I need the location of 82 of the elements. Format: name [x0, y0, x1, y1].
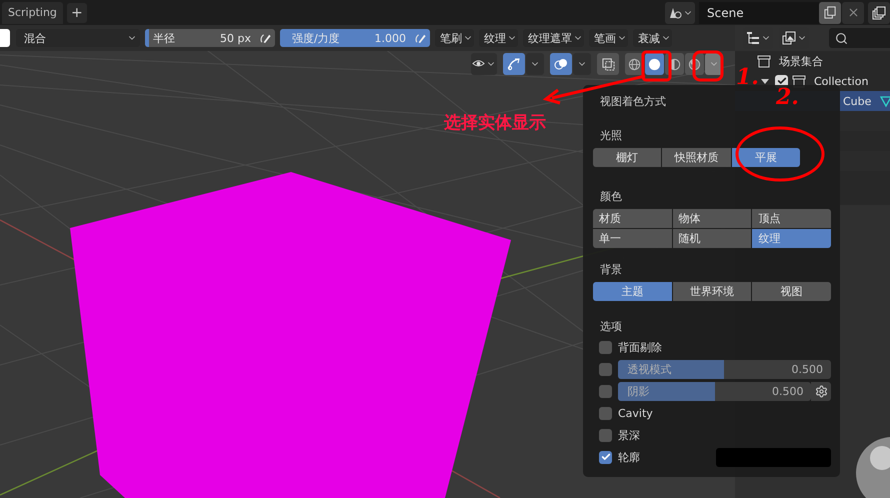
checkbox[interactable]	[599, 340, 612, 354]
arrow-curve-icon	[507, 57, 521, 71]
option-label: Cavity	[618, 406, 653, 420]
highlight-rectangle	[692, 50, 724, 82]
color-option[interactable]: 材质	[593, 209, 672, 228]
copy-icon	[824, 6, 836, 19]
shaded-sphere-icon	[688, 58, 701, 70]
color-option[interactable]: 顶点	[752, 209, 831, 228]
checkbox[interactable]	[599, 428, 612, 442]
color-option[interactable]: 纹理	[752, 229, 831, 248]
xray-icon	[602, 58, 614, 70]
wireframe-sphere-icon	[628, 58, 641, 70]
overlay-toggle-button[interactable]	[550, 53, 572, 75]
lighting-option[interactable]: 平展	[732, 148, 800, 167]
background-option[interactable]: 世界环境	[672, 282, 752, 301]
add-tab-button[interactable]: +	[66, 2, 87, 22]
shading-button[interactable]	[645, 53, 664, 75]
gizmo-toggle-button[interactable]	[503, 53, 525, 75]
close-button[interactable]	[842, 2, 864, 24]
close-icon	[846, 6, 860, 19]
section-label: 光照	[599, 128, 623, 143]
workspace-tab[interactable]: Scripting	[2, 2, 63, 24]
pressure-button[interactable]	[255, 29, 275, 47]
pen-icon	[258, 32, 272, 44]
lighting-option[interactable]: 快照材质	[662, 148, 731, 167]
menu-dropdown[interactable]: 纹理	[479, 29, 518, 47]
scene-selector-button[interactable]	[665, 2, 695, 24]
step-number: 1.	[736, 66, 759, 88]
copy-button[interactable]	[819, 2, 841, 24]
expand-arrow-icon[interactable]	[761, 77, 769, 85]
visibility-button[interactable]	[471, 53, 497, 75]
popover-title: 视图着色方式	[600, 94, 666, 110]
color-option[interactable]: 随机	[672, 229, 752, 248]
menu-dropdown[interactable]: 衰减	[633, 29, 672, 47]
box-icon	[757, 54, 771, 68]
pen-icon	[414, 32, 426, 44]
overlapping-circles-icon	[554, 57, 568, 71]
checkbox[interactable]	[599, 450, 612, 464]
menu-dropdown[interactable]: 笔刷	[435, 29, 474, 47]
option-label: 轮廓	[618, 450, 640, 464]
background-option[interactable]: 视图	[752, 282, 831, 301]
option-label: 背面剔除	[618, 340, 662, 354]
pressure-button[interactable]	[410, 29, 430, 47]
highlight-rectangle	[642, 50, 672, 82]
scene-name-field[interactable]: Scene	[699, 2, 819, 24]
solid-sphere-icon	[648, 58, 661, 70]
annotation-caption: 选择实体显示	[444, 112, 546, 134]
menu-dropdown[interactable]: 纹理遮罩	[523, 29, 584, 47]
strength-slider[interactable]: 强度/力度 1.000	[280, 29, 412, 47]
outliner-label: Cube	[843, 94, 872, 108]
outliner-label: Collection	[814, 74, 868, 88]
layers-icon	[872, 6, 886, 20]
section-label: 选项	[599, 319, 623, 334]
background-option[interactable]: 主题	[593, 282, 672, 301]
triangle-mesh-icon	[879, 94, 890, 108]
color-swatch[interactable]	[0, 29, 10, 47]
search-icon	[835, 32, 848, 44]
checkbox[interactable]	[599, 362, 612, 376]
xray-button[interactable]	[597, 53, 619, 75]
color-field[interactable]	[716, 448, 831, 466]
settings-icon	[814, 384, 828, 398]
step-number: 2.	[776, 86, 799, 108]
view-layer-button[interactable]	[868, 2, 890, 24]
color-option[interactable]: 物体	[672, 209, 752, 228]
blend-mode-dropdown[interactable]: 混合	[16, 29, 140, 47]
outliner-row[interactable]: 场景集合	[757, 51, 890, 71]
lighting-option[interactable]: 棚灯	[593, 148, 662, 167]
outliner-label: 场景集合	[779, 54, 823, 68]
settings-button[interactable]	[811, 382, 831, 400]
color-option[interactable]: 单一	[593, 229, 672, 248]
list-icon	[746, 31, 760, 45]
checkbox[interactable]	[599, 406, 612, 420]
image-stack-icon	[782, 31, 796, 45]
menu-dropdown[interactable]: 笔画	[589, 29, 628, 47]
option-label: 景深	[618, 428, 640, 442]
search-field[interactable]	[829, 28, 890, 48]
radius-slider[interactable]: 半径 50 px	[145, 29, 257, 47]
value-slider[interactable]: 透视模式 0.500	[618, 360, 831, 378]
checkbox[interactable]	[599, 384, 612, 398]
value-slider[interactable]: 阴影 0.500	[618, 382, 812, 400]
section-label: 背景	[599, 262, 623, 277]
section-label: 颜色	[599, 189, 623, 204]
